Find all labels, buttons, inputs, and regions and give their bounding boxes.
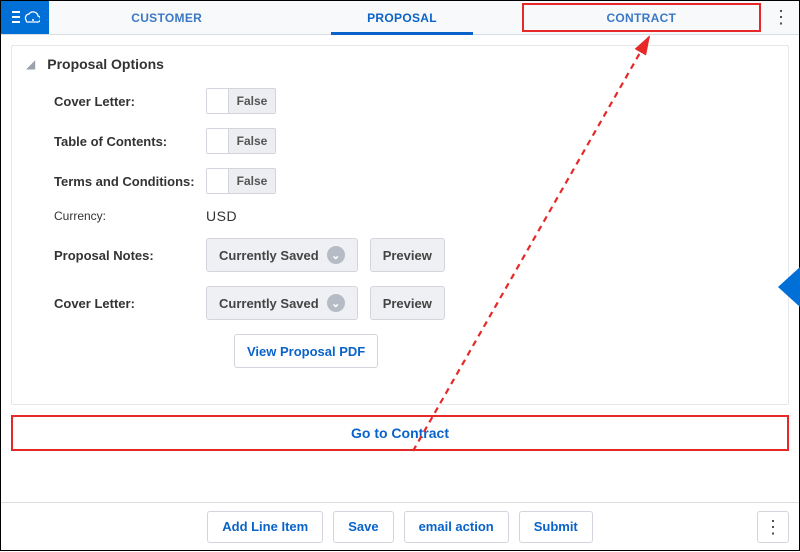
notes-status-button[interactable]: Currently Saved ⌄: [206, 238, 358, 272]
panel-title: Proposal Options: [47, 56, 164, 72]
toggle-value: False: [229, 89, 275, 113]
kebab-icon: ⋮: [764, 517, 782, 538]
go-to-contract-button[interactable]: Go to Contract: [11, 415, 789, 451]
currency-value: USD: [206, 208, 237, 224]
top-kebab-menu[interactable]: ⋮: [763, 1, 799, 34]
chevron-down-icon: ⌄: [327, 246, 345, 264]
toggle-value: False: [229, 129, 275, 153]
cover-letter-label: Cover Letter:: [26, 94, 206, 109]
proposal-options-panel: ◢ Proposal Options Cover Letter: False T…: [11, 45, 789, 405]
toc-toggle[interactable]: False: [206, 128, 276, 154]
bottom-toolbar: Add Line Item Save email action Submit ⋮: [1, 502, 799, 550]
chevron-down-icon: ⌄: [327, 294, 345, 312]
toc-label: Table of Contents:: [26, 134, 206, 149]
notes-status-text: Currently Saved: [219, 248, 319, 263]
email-action-button[interactable]: email action: [404, 511, 509, 543]
save-button[interactable]: Save: [333, 511, 393, 543]
cover-letter-status-text: Currently Saved: [219, 296, 319, 311]
cover-letter-toggle[interactable]: False: [206, 88, 276, 114]
terms-label: Terms and Conditions:: [26, 174, 206, 189]
tab-proposal[interactable]: PROPOSAL: [284, 1, 519, 34]
menu-cloud-icon: [10, 8, 40, 28]
currency-label: Currency:: [26, 209, 206, 223]
add-line-item-button[interactable]: Add Line Item: [207, 511, 323, 543]
cover-letter2-label: Cover Letter:: [26, 296, 206, 311]
notes-label: Proposal Notes:: [26, 248, 206, 263]
tab-strip: CUSTOMER PROPOSAL CONTRACT: [49, 1, 763, 34]
bottom-kebab-menu[interactable]: ⋮: [757, 511, 789, 543]
view-proposal-pdf-button[interactable]: View Proposal PDF: [234, 334, 378, 368]
submit-button[interactable]: Submit: [519, 511, 593, 543]
tab-contract[interactable]: CONTRACT: [522, 3, 761, 32]
cover-letter-status-button[interactable]: Currently Saved ⌄: [206, 286, 358, 320]
top-bar: CUSTOMER PROPOSAL CONTRACT ⋮: [1, 1, 799, 35]
kebab-icon: ⋮: [772, 7, 790, 28]
cover-letter-preview-button[interactable]: Preview: [370, 286, 445, 320]
toggle-value: False: [229, 169, 275, 193]
terms-toggle[interactable]: False: [206, 168, 276, 194]
notes-preview-button[interactable]: Preview: [370, 238, 445, 272]
menu-button[interactable]: [1, 1, 49, 34]
collapse-icon[interactable]: ◢: [26, 57, 35, 71]
tab-customer[interactable]: CUSTOMER: [49, 1, 284, 34]
